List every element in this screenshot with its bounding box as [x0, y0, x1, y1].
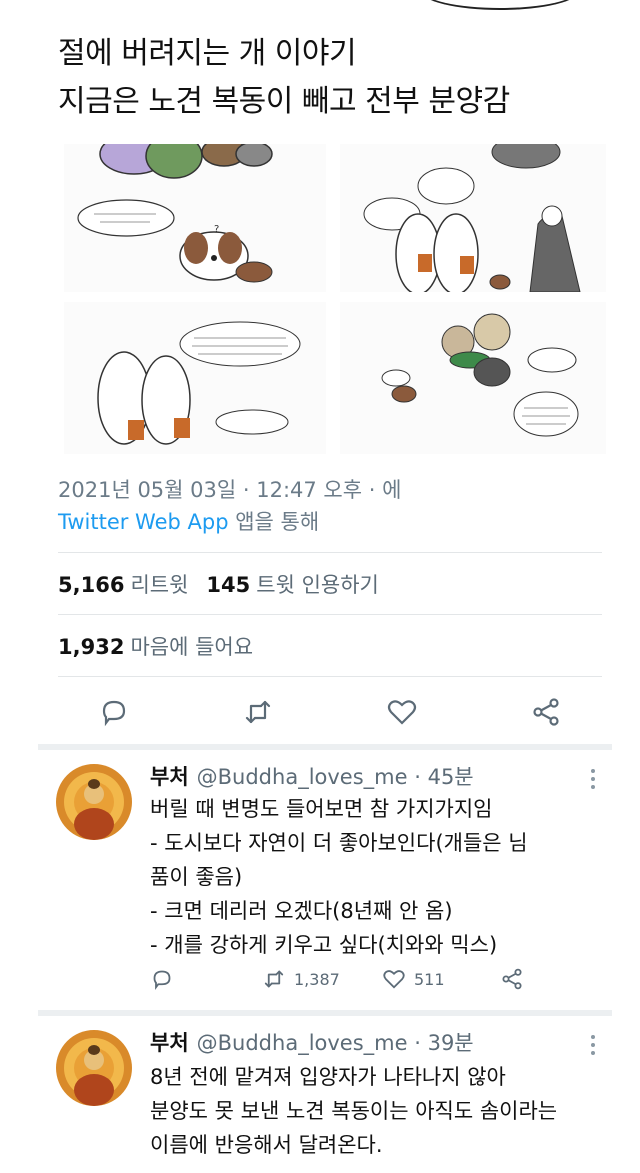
comic-speech-bubble-fragment — [420, 0, 580, 10]
reply-header: 부처 @Buddha_loves_me · 39분 — [150, 1028, 474, 1058]
comic-image[interactable]: ? — [58, 140, 606, 460]
author-handle[interactable]: @Buddha_loves_me — [197, 765, 408, 789]
reply-line: 8년 전에 맡겨져 입양자가 나타나지 않아 — [150, 1065, 506, 1089]
comic-panel-3 — [64, 302, 326, 454]
avatar[interactable] — [56, 764, 132, 840]
comic-panel-1: ? — [64, 144, 326, 292]
author-handle[interactable]: @Buddha_loves_me — [197, 1031, 408, 1055]
like-button[interactable]: 511 — [382, 964, 445, 994]
engagement-stats: 5,166 리트윗 145 트윗 인용하기 — [58, 570, 379, 600]
share-button[interactable] — [500, 964, 532, 994]
divider — [58, 676, 602, 677]
like-count: 511 — [414, 969, 445, 989]
retweets-label: 리트윗 — [130, 573, 189, 597]
like-icon — [383, 970, 405, 989]
comic-panel-4 — [340, 302, 606, 454]
reply-line: - 크면 데리러 오겠다(8년째 안 옴) — [150, 899, 453, 923]
svg-text:?: ? — [214, 224, 219, 235]
retweets-stat[interactable]: 5,166 리트윗 — [58, 573, 188, 597]
reply-line: 버릴 때 변명도 들어보면 참 가지가지임 — [150, 797, 493, 821]
reply-time: · 39분 — [414, 1031, 474, 1055]
reply-header: 부처 @Buddha_loves_me · 45분 — [150, 762, 474, 792]
reply-text: 버릴 때 변명도 들어보면 참 가지가지임 - 도시보다 자연이 더 좋아보인다… — [150, 792, 620, 962]
tweet-actions — [58, 690, 598, 734]
retweet-button[interactable]: 1,387 — [262, 964, 340, 994]
tweet-text-line: 절에 버려지는 개 이야기 — [58, 36, 357, 71]
reply-line: - 도시보다 자연이 더 좋아보인다(개들은 님 — [150, 831, 528, 855]
quotes-count: 145 — [206, 573, 251, 597]
reply-line: 이름에 반응해서 달려온다. — [150, 1133, 383, 1157]
more-icon[interactable] — [590, 1034, 596, 1056]
via-suffix: 앱을 통해 — [228, 510, 320, 534]
reply-button[interactable] — [150, 964, 182, 994]
divider — [58, 552, 602, 553]
tweet-text-line: 지금은 노견 복동이 빼고 전부 분양감 — [58, 84, 510, 119]
reply-line: 품이 좋음) — [150, 865, 243, 889]
likes-label: 마음에 들어요 — [130, 635, 254, 659]
avatar[interactable] — [56, 1030, 132, 1106]
tweet-meta: 2021년 05월 03일 · 12:47 오후 · 에 Twitter Web… — [58, 474, 401, 538]
reply-time: · 45분 — [414, 765, 474, 789]
like-icon[interactable] — [386, 696, 418, 728]
likes-stats[interactable]: 1,932 마음에 들어요 — [58, 632, 253, 662]
reply-line: 분양도 못 보낸 노견 복동이는 아직도 솜이라는 — [150, 1099, 558, 1123]
quotes-stat[interactable]: 145 트윗 인용하기 — [206, 573, 378, 597]
reply-text: 8년 전에 맡겨져 입양자가 나타나지 않아 분양도 못 보낸 노견 복동이는 … — [150, 1060, 640, 1162]
share-icon[interactable] — [530, 696, 562, 728]
reply-icon — [153, 970, 171, 990]
reply-line: - 개를 강하게 키우고 싶다(치와와 믹스) — [150, 933, 498, 957]
tweet-timestamp: 2021년 05월 03일 · 12:47 오후 · 에 — [58, 478, 402, 502]
tweet-text: 절에 버려지는 개 이야기 지금은 노견 복동이 빼고 전부 분양감 — [58, 30, 618, 126]
more-icon[interactable] — [590, 768, 596, 790]
reply-actions: 1,387 511 — [150, 964, 570, 994]
comic-panel-2 — [340, 144, 606, 292]
reply-icon[interactable] — [98, 696, 130, 728]
retweet-icon — [264, 970, 284, 988]
author-name[interactable]: 부처 — [150, 765, 189, 789]
retweet-icon[interactable] — [242, 696, 274, 728]
likes-count: 1,932 — [58, 635, 125, 659]
reply-tweet[interactable]: 부처 @Buddha_loves_me · 45분 버릴 때 변명도 들어보면 참… — [38, 756, 618, 1006]
retweet-count: 1,387 — [294, 969, 340, 989]
via-app-link[interactable]: Twitter Web App — [58, 510, 229, 534]
divider — [58, 614, 602, 615]
reply-tweet[interactable]: 부처 @Buddha_loves_me · 39분 8년 전에 맡겨져 입양자가 … — [38, 1022, 618, 1172]
thread-separator — [38, 1010, 612, 1016]
retweets-count: 5,166 — [58, 573, 125, 597]
thread-separator — [38, 744, 612, 750]
share-icon — [502, 968, 522, 990]
author-name[interactable]: 부처 — [150, 1031, 189, 1055]
quotes-label: 트윗 인용하기 — [256, 573, 379, 597]
